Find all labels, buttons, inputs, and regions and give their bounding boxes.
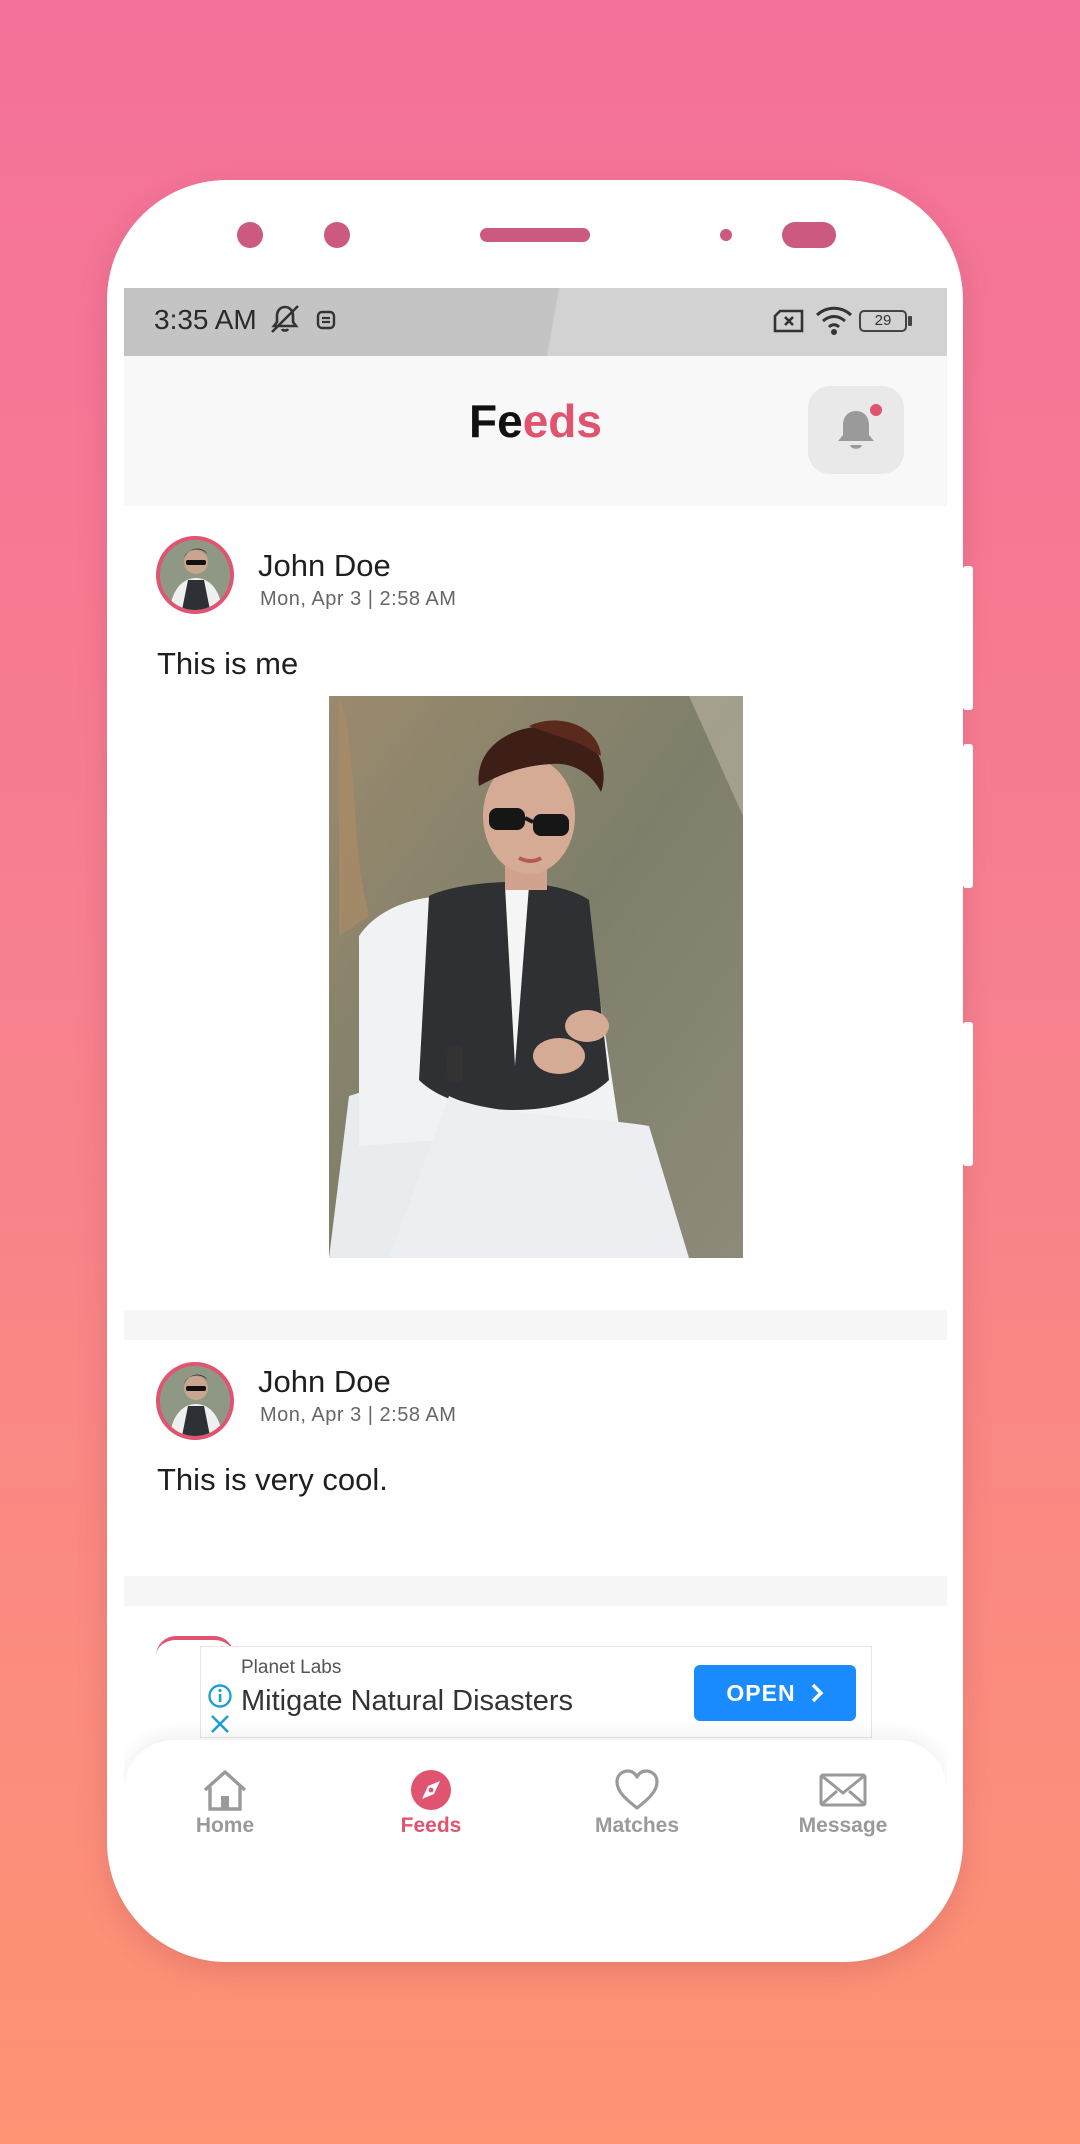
bottom-navigation: Home Feeds Matches Message bbox=[124, 1740, 947, 1858]
app-screen: 3:35 AM 29 Feeds John Doe Mon, Apr 3 | 2… bbox=[124, 288, 947, 1858]
ad-open-button[interactable]: OPEN bbox=[694, 1665, 856, 1721]
nav-message[interactable]: Message bbox=[763, 1768, 923, 1838]
nav-matches[interactable]: Matches bbox=[557, 1768, 717, 1838]
avatar[interactable] bbox=[156, 1362, 234, 1440]
post-author[interactable]: John Doe bbox=[258, 548, 391, 584]
ad-banner[interactable]: Planet Labs Mitigate Natural Disasters O… bbox=[200, 1646, 872, 1738]
volume-down-button bbox=[963, 744, 973, 888]
avatar-image bbox=[160, 540, 230, 610]
post-photo[interactable] bbox=[329, 696, 743, 1258]
post-caption: This is me bbox=[157, 646, 299, 681]
compass-icon bbox=[411, 1770, 451, 1810]
proximity-sensor bbox=[720, 229, 732, 241]
notifications-button[interactable] bbox=[808, 386, 904, 474]
mute-notification-icon bbox=[271, 305, 299, 333]
nav-label: Feeds bbox=[400, 1814, 462, 1837]
app-notification-icon bbox=[316, 310, 336, 330]
volume-up-button bbox=[963, 566, 973, 710]
chevron-right-icon bbox=[811, 1683, 823, 1703]
nav-home[interactable]: Home bbox=[145, 1768, 305, 1838]
heart-icon bbox=[615, 1769, 659, 1810]
status-time: 3:35 AM bbox=[154, 304, 257, 335]
avatar[interactable] bbox=[156, 536, 234, 614]
post-caption: This is very cool. bbox=[157, 1462, 388, 1497]
no-sim-icon bbox=[773, 309, 804, 333]
earpiece-speaker bbox=[480, 228, 590, 242]
ad-title[interactable]: Mitigate Natural Disasters bbox=[241, 1685, 573, 1718]
post-timestamp: Mon, Apr 3 | 2:58 AM bbox=[260, 588, 457, 610]
notification-dot bbox=[870, 404, 882, 416]
front-camera bbox=[237, 222, 263, 248]
feed-post[interactable]: John Doe Mon, Apr 3 | 2:58 AM This is me bbox=[124, 506, 947, 1298]
ad-open-label: OPEN bbox=[726, 1679, 796, 1706]
ad-sponsor: Planet Labs bbox=[241, 1657, 342, 1678]
front-sensor bbox=[324, 222, 350, 248]
status-bar: 3:35 AM 29 bbox=[124, 288, 947, 356]
ambient-sensor bbox=[782, 222, 836, 248]
nav-label: Home bbox=[195, 1814, 255, 1837]
home-icon bbox=[203, 1770, 247, 1811]
power-button bbox=[963, 1022, 973, 1166]
post-timestamp: Mon, Apr 3 | 2:58 AM bbox=[260, 1404, 457, 1426]
nav-label: Message bbox=[798, 1814, 888, 1837]
post-image bbox=[329, 696, 743, 1258]
battery-indicator: 29 bbox=[859, 310, 907, 332]
close-icon[interactable] bbox=[207, 1713, 233, 1737]
battery-cap bbox=[908, 316, 912, 326]
post-divider bbox=[124, 1310, 947, 1340]
nav-feeds[interactable]: Feeds bbox=[351, 1768, 511, 1838]
app-header: Feeds bbox=[124, 356, 947, 506]
avatar-image bbox=[160, 1366, 230, 1436]
feed-post[interactable]: John Doe Mon, Apr 3 | 2:58 AM This is ve… bbox=[124, 1340, 947, 1552]
mail-icon bbox=[819, 1773, 867, 1807]
post-divider bbox=[124, 1576, 947, 1606]
nav-label: Matches bbox=[594, 1814, 680, 1837]
wifi-icon bbox=[815, 306, 853, 335]
info-icon[interactable] bbox=[207, 1683, 233, 1709]
post-author[interactable]: John Doe bbox=[258, 1364, 391, 1400]
